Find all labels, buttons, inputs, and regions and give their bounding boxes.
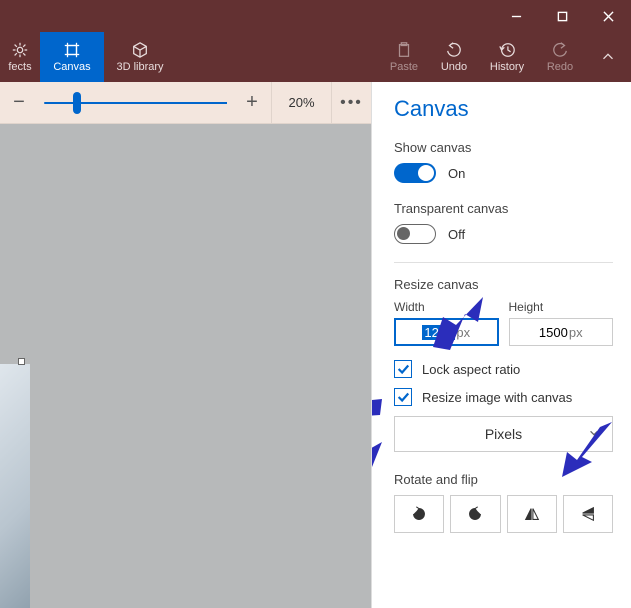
ribbon-undo[interactable]: Undo bbox=[429, 32, 479, 82]
maximize-button[interactable] bbox=[539, 0, 585, 32]
zoom-toolbar: − + 20% ••• bbox=[0, 82, 371, 124]
show-canvas-label: Show canvas bbox=[394, 140, 613, 155]
minimize-button[interactable] bbox=[493, 0, 539, 32]
ribbon-label: Redo bbox=[547, 61, 573, 73]
main: − + 20% ••• Canvas Show canvas On Transp… bbox=[0, 82, 631, 608]
resize-image-label: Resize image with canvas bbox=[422, 390, 572, 405]
flip-vertical-button[interactable] bbox=[563, 495, 613, 533]
zoom-thumb[interactable] bbox=[73, 92, 81, 114]
units-value: Pixels bbox=[485, 426, 522, 442]
annotation-arrow bbox=[371, 437, 382, 487]
zoom-slider[interactable] bbox=[38, 82, 233, 124]
ribbon-history[interactable]: History bbox=[479, 32, 535, 82]
rotate-left-button[interactable] bbox=[394, 495, 444, 533]
transparent-canvas-toggle[interactable] bbox=[394, 224, 436, 244]
width-unit: px bbox=[456, 325, 470, 340]
height-value: 1500 bbox=[539, 325, 568, 340]
height-unit: px bbox=[569, 325, 583, 340]
ribbon-3d-library[interactable]: 3D library bbox=[104, 32, 176, 82]
zoom-in-button[interactable]: + bbox=[233, 82, 271, 124]
cube-icon bbox=[131, 41, 149, 59]
width-value: 1200 bbox=[422, 325, 455, 340]
lock-aspect-label: Lock aspect ratio bbox=[422, 362, 520, 377]
ribbon-canvas[interactable]: Canvas bbox=[40, 32, 104, 82]
units-dropdown[interactable]: Pixels bbox=[394, 416, 613, 452]
canvas-icon bbox=[63, 41, 81, 59]
ribbon-paste[interactable]: Paste bbox=[379, 32, 429, 82]
zoom-out-button[interactable]: − bbox=[0, 82, 38, 124]
width-input[interactable]: 1200px bbox=[394, 318, 499, 346]
ribbon-redo[interactable]: Redo bbox=[535, 32, 585, 82]
show-canvas-state: On bbox=[448, 166, 465, 181]
resize-canvas-label: Resize canvas bbox=[394, 277, 613, 292]
more-menu[interactable]: ••• bbox=[331, 82, 371, 124]
canvas-content[interactable] bbox=[0, 364, 30, 608]
close-button[interactable] bbox=[585, 0, 631, 32]
transparent-canvas-label: Transparent canvas bbox=[394, 201, 613, 216]
ribbon-label: Canvas bbox=[53, 61, 90, 73]
canvas-panel: Canvas Show canvas On Transparent canvas… bbox=[371, 82, 631, 608]
ribbon-label: History bbox=[490, 61, 524, 73]
annotation-arrow bbox=[371, 387, 382, 427]
workspace[interactable] bbox=[0, 124, 371, 608]
lock-aspect-checkbox[interactable] bbox=[394, 360, 412, 378]
ribbon-label: fects bbox=[8, 61, 31, 73]
effects-icon bbox=[11, 41, 29, 59]
redo-icon bbox=[551, 41, 569, 59]
history-icon bbox=[498, 41, 516, 59]
titlebar bbox=[0, 0, 631, 32]
ribbon-label: Undo bbox=[441, 61, 467, 73]
flip-horizontal-button[interactable] bbox=[507, 495, 557, 533]
ribbon: fects Canvas 3D library Paste Undo Histo… bbox=[0, 32, 631, 82]
chevron-down-icon bbox=[588, 426, 600, 442]
ribbon-effects[interactable]: fects bbox=[0, 32, 40, 82]
canvas-area: − + 20% ••• bbox=[0, 82, 371, 608]
rotate-flip-label: Rotate and flip bbox=[394, 472, 613, 487]
divider bbox=[394, 262, 613, 263]
height-label: Height bbox=[509, 300, 614, 314]
transparent-canvas-state: Off bbox=[448, 227, 465, 242]
undo-icon bbox=[445, 41, 463, 59]
rotate-right-button[interactable] bbox=[450, 495, 500, 533]
show-canvas-toggle[interactable] bbox=[394, 163, 436, 183]
panel-title: Canvas bbox=[394, 96, 613, 122]
ribbon-label: Paste bbox=[390, 61, 418, 73]
width-label: Width bbox=[394, 300, 499, 314]
resize-image-checkbox[interactable] bbox=[394, 388, 412, 406]
paste-icon bbox=[395, 41, 413, 59]
zoom-percent[interactable]: 20% bbox=[271, 82, 331, 124]
ribbon-collapse[interactable] bbox=[585, 32, 631, 82]
height-input[interactable]: 1500px bbox=[509, 318, 614, 346]
ribbon-label: 3D library bbox=[116, 61, 163, 73]
chevron-up-icon bbox=[599, 48, 617, 66]
resize-handle[interactable] bbox=[18, 358, 25, 365]
